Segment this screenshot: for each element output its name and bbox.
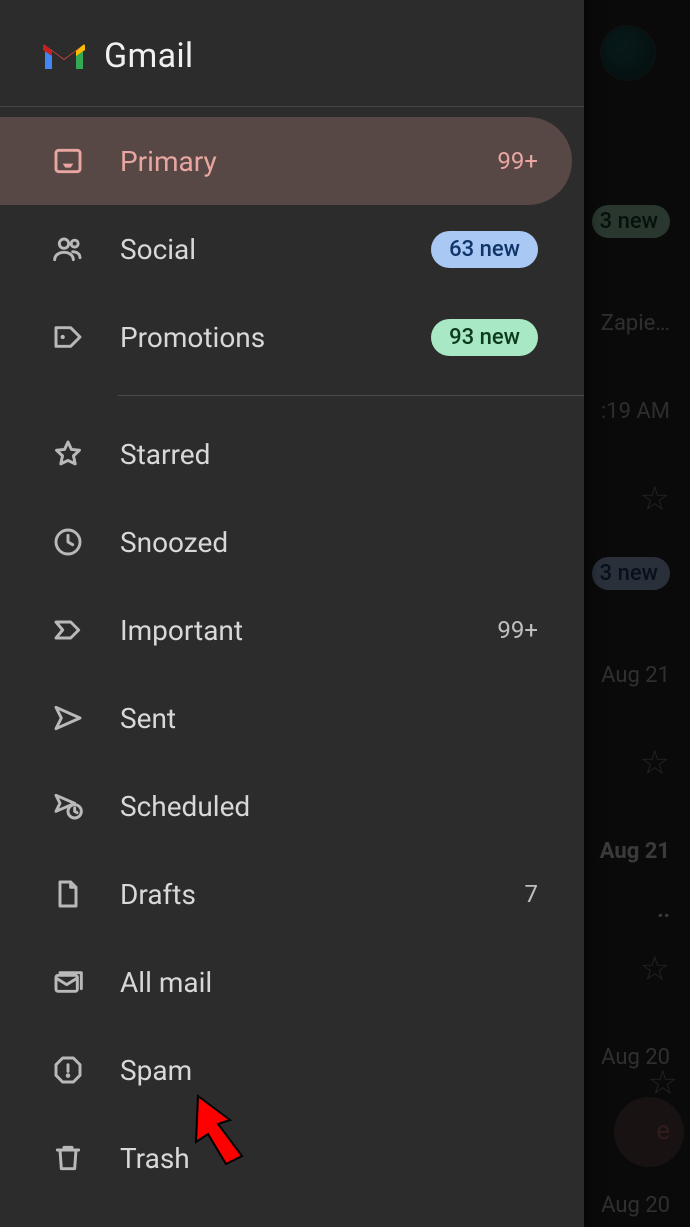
nav-item-spam[interactable]: Spam: [0, 1026, 572, 1114]
important-icon: [52, 614, 84, 646]
nav-item-primary[interactable]: Primary 99+: [0, 117, 572, 205]
all-mail-icon: [52, 966, 84, 998]
nav-item-promotions[interactable]: Promotions 93 new: [0, 293, 572, 381]
star-icon: [52, 438, 84, 470]
nav-item-social[interactable]: Social 63 new: [0, 205, 572, 293]
nav-item-all-mail[interactable]: All mail: [0, 938, 572, 1026]
nav-item-sent[interactable]: Sent: [0, 674, 572, 762]
nav-label: Primary: [120, 145, 461, 178]
tag-icon: [52, 321, 84, 353]
send-icon: [52, 702, 84, 734]
nav-item-important[interactable]: Important 99+: [0, 586, 572, 674]
nav-label: Promotions: [120, 321, 395, 354]
nav-label: Starred: [120, 438, 538, 471]
app-title: Gmail: [104, 36, 194, 76]
gmail-logo-icon: [42, 39, 86, 73]
nav-label: Social: [120, 233, 395, 266]
nav-label: All mail: [120, 966, 538, 999]
nav-label: Spam: [120, 1054, 538, 1087]
navigation-drawer: Gmail Primary 99+ Social 63 new: [0, 0, 584, 1227]
nav-item-starred[interactable]: Starred: [0, 410, 572, 498]
trash-icon: [52, 1142, 84, 1174]
nav-list: Primary 99+ Social 63 new Promotions 93 …: [0, 107, 584, 1202]
clock-icon: [52, 526, 84, 558]
new-badge: 63 new: [431, 231, 538, 268]
nav-label: Important: [120, 614, 461, 647]
people-icon: [52, 233, 84, 265]
nav-label: Drafts: [120, 878, 489, 911]
file-icon: [52, 878, 84, 910]
spam-icon: [52, 1054, 84, 1086]
nav-item-trash[interactable]: Trash: [0, 1114, 572, 1202]
scheduled-icon: [52, 790, 84, 822]
nav-label: Snoozed: [120, 526, 538, 559]
divider: [118, 395, 584, 396]
inbox-icon: [52, 145, 84, 177]
nav-item-scheduled[interactable]: Scheduled: [0, 762, 572, 850]
nav-count: 99+: [497, 616, 538, 644]
nav-count: 99+: [497, 147, 538, 175]
nav-label: Sent: [120, 702, 538, 735]
new-badge: 93 new: [431, 319, 538, 356]
nav-count: 7: [525, 880, 539, 908]
nav-label: Scheduled: [120, 790, 538, 823]
nav-label: Trash: [120, 1142, 538, 1175]
nav-item-drafts[interactable]: Drafts 7: [0, 850, 572, 938]
drawer-header: Gmail: [0, 0, 584, 107]
nav-item-snoozed[interactable]: Snoozed: [0, 498, 572, 586]
